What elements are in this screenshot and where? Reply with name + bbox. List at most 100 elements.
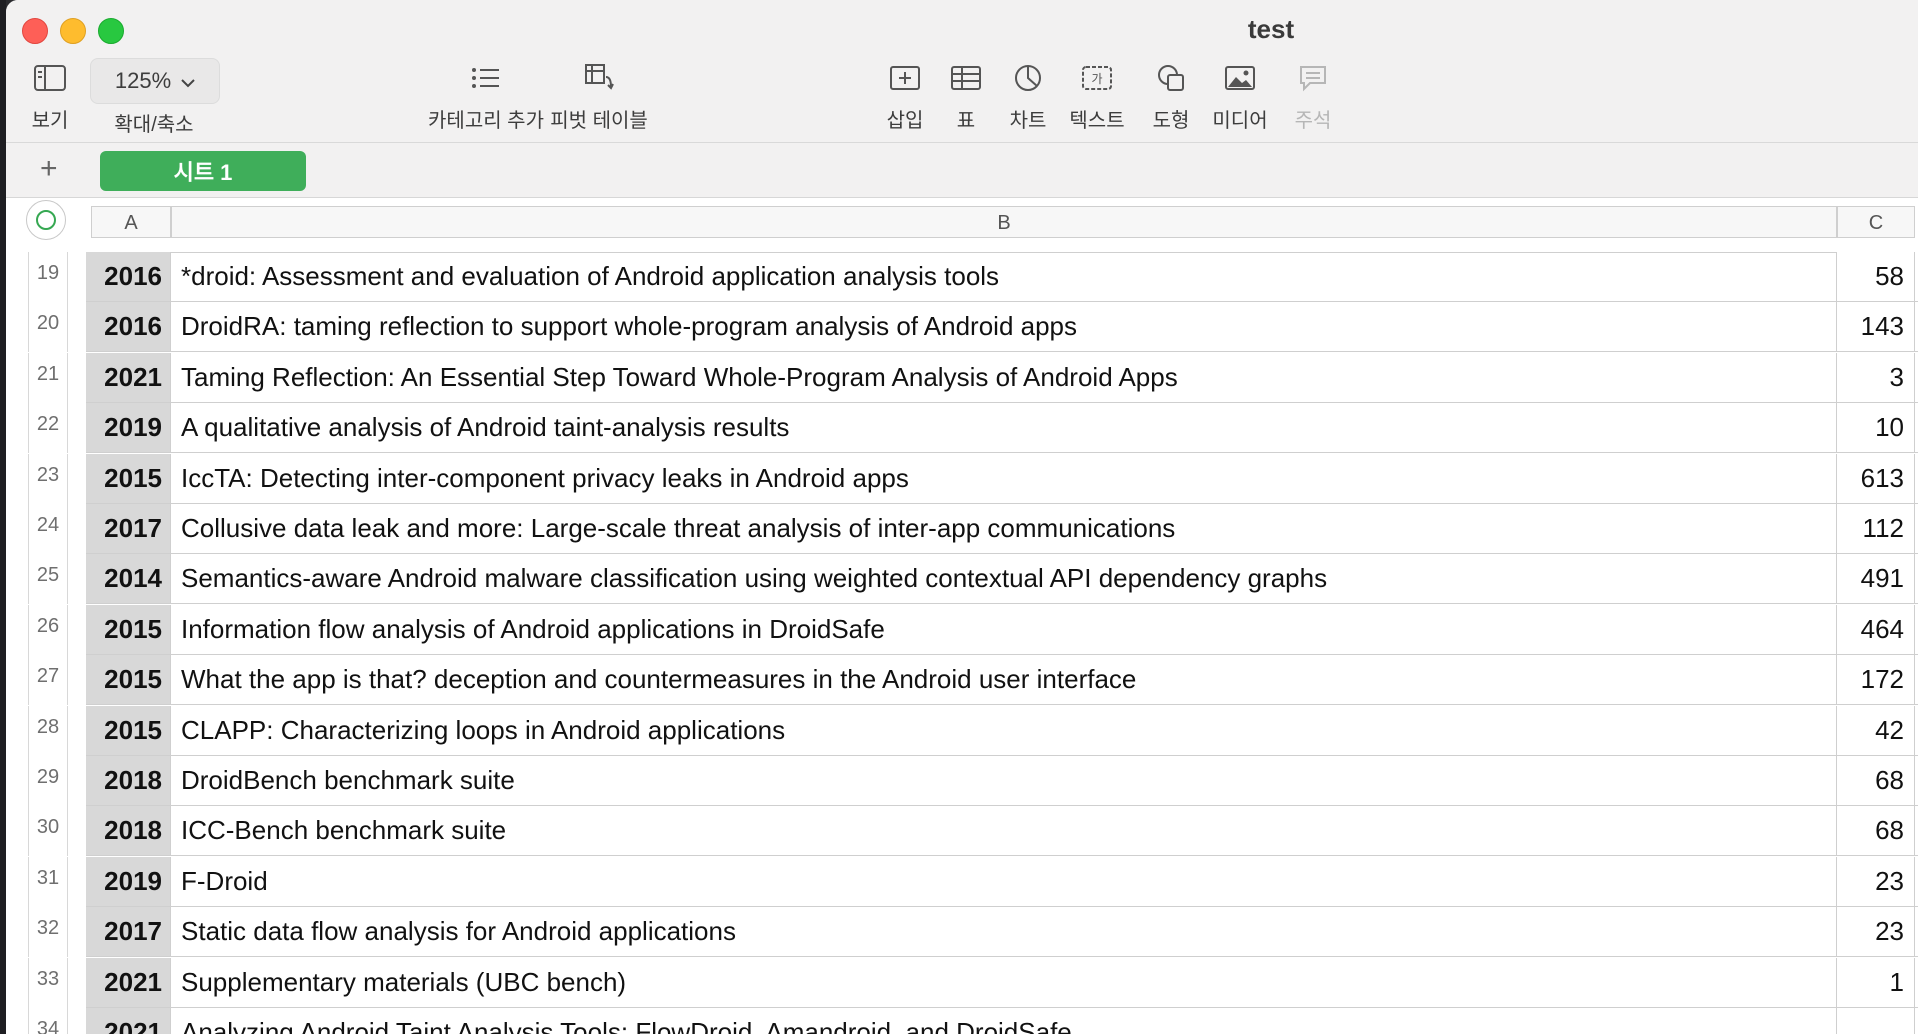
insert-button[interactable]: 삽입 — [872, 56, 938, 133]
cell-year[interactable]: 2015 — [86, 705, 171, 756]
row-number[interactable]: 25 — [28, 554, 68, 605]
row-number[interactable]: 23 — [28, 453, 68, 504]
table-label: 표 — [956, 110, 976, 132]
cell-title[interactable]: F-Droid — [171, 856, 1837, 907]
column-header-b[interactable]: B — [171, 206, 1837, 238]
table-row: 21 2021 Taming Reflection: An Essential St… — [6, 352, 1918, 403]
cell-title[interactable]: *droid: Assessment and evaluation of And… — [171, 252, 1837, 302]
cell-year[interactable]: 2017 — [86, 504, 171, 554]
row-number[interactable]: 33 — [28, 957, 68, 1008]
row-number[interactable]: 22 — [28, 403, 68, 454]
cell-count[interactable]: 23 — [1837, 856, 1915, 907]
cell-count[interactable]: 1 — [1837, 957, 1915, 1008]
pivot-table-label: 피벗 테이블 — [550, 110, 648, 132]
row-number[interactable]: 31 — [28, 856, 68, 907]
table-row: 20 2016 DroidRA: taming reflection to supp… — [6, 302, 1918, 353]
row-number[interactable]: 24 — [28, 504, 68, 554]
row-number[interactable]: 32 — [28, 907, 68, 958]
cell-count[interactable] — [1837, 1008, 1915, 1034]
minimize-button[interactable] — [60, 18, 86, 44]
cell-title[interactable]: What the app is that? deception and coun… — [171, 655, 1837, 706]
comment-button[interactable]: 주석 — [1280, 56, 1346, 133]
cell-title[interactable]: Semantics-aware Android malware classifi… — [171, 554, 1837, 605]
cell-title[interactable]: Information flow analysis of Android app… — [171, 604, 1837, 655]
zoom-label: 확대/축소 — [114, 114, 194, 136]
view-label: 보기 — [31, 110, 69, 132]
cell-count[interactable]: 3 — [1837, 352, 1915, 403]
cell-title[interactable]: Collusive data leak and more: Large-scal… — [171, 504, 1837, 554]
row-number[interactable]: 20 — [28, 302, 68, 353]
column-headers: A B C — [86, 206, 1918, 238]
insert-icon — [872, 56, 938, 100]
view-button[interactable]: 보기 — [20, 56, 80, 133]
add-sheet-button[interactable]: + — [40, 151, 58, 187]
cell-count[interactable]: 42 — [1837, 705, 1915, 756]
column-header-c[interactable]: C — [1837, 206, 1915, 238]
table-row: 24 2017 Collusive data leak and more: Larg… — [6, 504, 1918, 554]
cell-year[interactable]: 2016 — [86, 252, 171, 302]
row-number[interactable]: 21 — [28, 352, 68, 403]
column-header-a[interactable]: A — [91, 206, 171, 238]
cell-year[interactable]: 2019 — [86, 403, 171, 454]
pivot-table-icon — [544, 56, 654, 100]
row-number[interactable]: 19 — [28, 252, 68, 302]
cell-year[interactable]: 2015 — [86, 604, 171, 655]
row-number[interactable]: 27 — [28, 655, 68, 706]
pivot-table-button[interactable]: 피벗 테이블 — [544, 56, 654, 133]
chart-button[interactable]: 차트 — [996, 56, 1060, 133]
cell-title[interactable]: DroidRA: taming reflection to support wh… — [171, 302, 1837, 353]
media-label: 미디어 — [1212, 110, 1268, 132]
cell-title[interactable]: CLAPP: Characterizing loops in Android a… — [171, 705, 1837, 756]
table-button[interactable]: 표 — [936, 56, 996, 133]
cell-year[interactable]: 2016 — [86, 302, 171, 353]
cell-count[interactable]: 613 — [1837, 453, 1915, 504]
cell-title[interactable]: Supplementary materials (UBC bench) — [171, 957, 1837, 1008]
sidebar-icon — [20, 56, 80, 100]
row-number[interactable]: 26 — [28, 604, 68, 655]
chart-label: 차트 — [1009, 110, 1047, 132]
row-number[interactable]: 29 — [28, 756, 68, 806]
cell-year[interactable]: 2014 — [86, 554, 171, 605]
cell-title[interactable]: IccTA: Detecting inter-component privacy… — [171, 453, 1837, 504]
cell-title[interactable]: DroidBench benchmark suite — [171, 756, 1837, 806]
cell-count[interactable]: 58 — [1837, 252, 1915, 302]
cell-title[interactable]: Analyzing Android Taint Analysis Tools: … — [171, 1008, 1837, 1034]
comment-icon — [1280, 56, 1346, 100]
cell-year[interactable]: 2015 — [86, 453, 171, 504]
text-button[interactable]: 가 텍스트 — [1056, 56, 1138, 133]
cell-title[interactable]: Taming Reflection: An Essential Step Tow… — [171, 352, 1837, 403]
cell-count[interactable]: 491 — [1837, 554, 1915, 605]
add-category-button[interactable]: 카테고리 추가 — [416, 56, 556, 133]
cell-year[interactable]: 2017 — [86, 907, 171, 958]
cell-count[interactable]: 68 — [1837, 756, 1915, 806]
row-number[interactable]: 34 — [28, 1008, 68, 1034]
cell-count[interactable]: 172 — [1837, 655, 1915, 706]
cell-year[interactable]: 2021 — [86, 1008, 171, 1034]
cell-count[interactable]: 23 — [1837, 907, 1915, 958]
maximize-button[interactable] — [98, 18, 124, 44]
cell-year[interactable]: 2018 — [86, 806, 171, 857]
cell-count[interactable]: 143 — [1837, 302, 1915, 353]
list-icon — [416, 56, 556, 100]
cell-year[interactable]: 2021 — [86, 352, 171, 403]
select-table-handle[interactable] — [26, 200, 66, 240]
cell-year[interactable]: 2019 — [86, 856, 171, 907]
cell-count[interactable]: 464 — [1837, 604, 1915, 655]
cell-title[interactable]: A qualitative analysis of Android taint-… — [171, 403, 1837, 454]
close-button[interactable] — [22, 18, 48, 44]
cell-year[interactable]: 2021 — [86, 957, 171, 1008]
cell-count[interactable]: 10 — [1837, 403, 1915, 454]
media-button[interactable]: 미디어 — [1198, 56, 1282, 133]
cell-year[interactable]: 2018 — [86, 756, 171, 806]
zoom-select[interactable]: 125% — [90, 58, 220, 104]
cell-count[interactable]: 68 — [1837, 806, 1915, 857]
insert-label: 삽입 — [886, 110, 924, 132]
sheet-tab-active[interactable]: 시트 1 — [100, 151, 306, 191]
cell-year[interactable]: 2015 — [86, 655, 171, 706]
cell-count[interactable]: 112 — [1837, 504, 1915, 554]
row-number[interactable]: 28 — [28, 705, 68, 756]
cell-title[interactable]: ICC-Bench benchmark suite — [171, 806, 1837, 857]
row-number[interactable]: 30 — [28, 806, 68, 857]
shape-button[interactable]: 도형 — [1136, 56, 1206, 133]
cell-title[interactable]: Static data flow analysis for Android ap… — [171, 907, 1837, 958]
